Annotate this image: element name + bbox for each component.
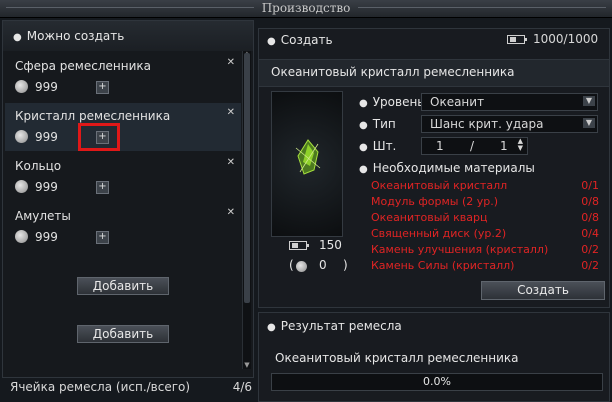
list-scrollbar[interactable]: ▲ ▼ [242,50,251,369]
window-title: Производство [261,1,351,15]
remove-recipe-icon[interactable]: ✕ [227,157,235,168]
material-name: Океанитовый кварц [371,211,488,224]
coin-icon [15,230,28,243]
remove-recipe-icon[interactable]: ✕ [227,57,235,68]
bullet-icon: ● [359,98,368,109]
selected-item-name: Океанитовый кристалл ремесленника [271,65,515,79]
recipe-qty: 999 [35,230,58,244]
bullet-icon: ● [267,322,276,333]
window-titlebar: Производство [0,0,612,18]
recipe-name: Кристалл ремесленника [15,109,171,123]
recipe-item[interactable]: Амулеты ✕ 999 + [5,203,241,251]
recipe-name: Сфера ремесленника [15,59,151,73]
result-item-name: Океанитовый кристалл ремесленника [275,351,519,365]
count-separator: / [470,139,475,153]
coin-open-paren: ( [289,258,294,272]
material-name: Океанитовый кристалл [371,179,508,192]
level-select[interactable]: Океанит ▼ [421,93,598,111]
type-label: ● Тип [359,117,396,131]
coin-close-paren: ) [343,258,348,272]
craftable-list-header: ● Можно создать [3,21,253,51]
battery-icon [507,35,527,44]
coin-icon [296,261,307,272]
remove-recipe-icon[interactable]: ✕ [227,107,235,118]
level-value: Океанит [430,95,485,109]
material-count: 0/8 [581,195,599,208]
coin-icon [15,130,28,143]
material-name: Священный диск (ур.2) [371,227,507,240]
progress-text: 0.0% [423,375,451,388]
item-preview [271,91,343,237]
count-stepper[interactable]: 1 / 1 ▲ ▼ [421,137,528,155]
craft-slots-footer: Ячейка ремесла (исп./всего) 4/6 [10,380,252,394]
create-button[interactable]: Создать [481,281,605,300]
coin-cost: 0 [319,258,327,272]
coin-icon [15,80,28,93]
recipe-qty: 999 [35,130,58,144]
craft-slots-count: 4/6 [232,380,252,394]
scrollbar-thumb[interactable] [244,53,250,303]
materials-label: ● Необходимые материалы [359,161,535,175]
craft-progress-bar: 0.0% [271,373,603,391]
craft-slots-label: Ячейка ремесла (исп./всего) [10,380,191,394]
recipe-qty: 999 [35,180,58,194]
add-button-2[interactable]: Добавить [77,325,169,343]
recipe-name: Кольцо [15,159,62,173]
add-recipe-button[interactable]: + [96,231,109,244]
level-label: ● Уровень [359,95,425,109]
chevron-down-icon[interactable]: ▼ [583,118,595,128]
craft-panel: ● Создать 1000/1000 Океанитовый кристалл … [258,28,610,308]
bullet-icon: ● [359,120,368,131]
count-label: ● Шт. [359,139,397,153]
battery-icon [289,241,309,250]
type-select[interactable]: Шанс крит. удара ▼ [421,115,598,133]
craft-panel-header: ● Создать [267,33,333,47]
bullet-icon: ● [267,36,276,47]
material-name: Камень Силы (кристалл) [371,259,515,272]
bullet-icon: ● [13,32,22,43]
bullet-icon: ● [359,142,368,153]
material-count: 0/4 [581,227,599,240]
material-count: 0/2 [581,243,599,256]
material-name: Модуль формы (2 ур.) [371,195,499,208]
recipe-name: Амулеты [15,209,71,223]
material-count: 0/8 [581,211,599,224]
result-title: Результат ремесла [280,319,402,333]
recipe-item-selected[interactable]: Кристалл ремесленника ✕ 999 + [5,103,241,151]
craft-panel-title: Создать [280,33,333,47]
selected-item-bar: Океанитовый кристалл ремесленника [259,59,609,87]
recipe-item[interactable]: Сфера ремесленника ✕ 999 + [5,53,241,101]
title-divider-right [358,7,606,8]
add-recipe-button[interactable]: + [96,181,109,194]
type-value: Шанс крит. удара [430,117,544,131]
craftable-list-panel: ● Можно создать Сфера ремесленника ✕ 999 … [2,20,254,378]
coin-icon [15,180,28,193]
add-button-1[interactable]: Добавить [77,277,169,295]
count-max: 1 [500,139,508,153]
result-panel: ● Результат ремесла Океанитовый кристалл … [258,312,610,402]
craftable-list-title: Можно создать [26,29,125,43]
highlight-marker [78,123,120,151]
energy-value: 1000/1000 [533,32,599,46]
stepper-arrows-icon[interactable]: ▲ ▼ [518,138,523,152]
recipe-qty: 999 [35,80,58,94]
result-header: ● Результат ремесла [267,319,402,333]
add-recipe-button[interactable]: + [96,81,109,94]
count-value[interactable]: 1 [436,139,444,153]
scroll-down-icon[interactable]: ▼ [243,361,251,369]
bullet-icon: ● [359,164,368,175]
energy-cost: 150 [319,238,342,252]
crystal-icon [295,139,321,175]
recipe-item[interactable]: Кольцо ✕ 999 + [5,153,241,201]
material-count: 0/2 [581,259,599,272]
material-name: Камень улучшения (кристалл) [371,243,549,256]
chevron-down-icon[interactable]: ▼ [583,96,595,106]
remove-recipe-icon[interactable]: ✕ [227,207,235,218]
material-count: 0/1 [581,179,599,192]
